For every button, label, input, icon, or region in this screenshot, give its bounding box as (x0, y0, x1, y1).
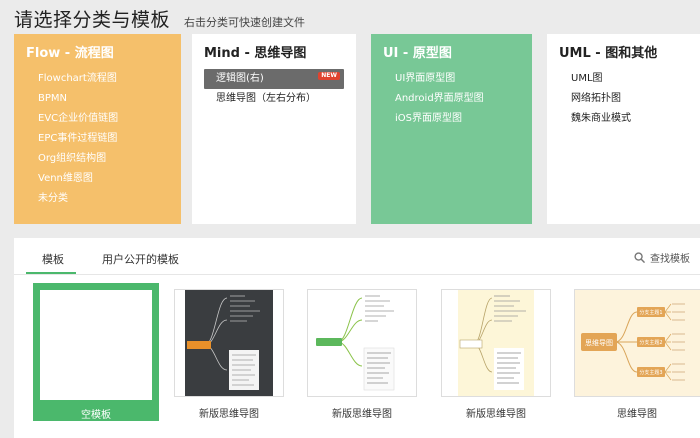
mindmap-center-text: 思维导图 (585, 338, 613, 347)
category-ui[interactable]: UI - 原型图 UI界面原型图 Android界面原型图 iOS界面原型图 (371, 34, 532, 224)
template-thumbnail (441, 289, 551, 397)
page-title: 请选择分类与模板 (14, 9, 171, 31)
page-header: 请选择分类与模板 右击分类可快速创建文件 (14, 5, 305, 31)
template-thumbnail (307, 289, 417, 397)
template-card[interactable]: 思维导图 分支主题1 分支主题2 分支主题3 思维导图 (574, 283, 700, 420)
new-badge: NEW (318, 72, 340, 80)
template-thumbnail (174, 289, 284, 397)
tab-public-templates[interactable]: 用户公开的模板 (102, 251, 179, 267)
search-label: 查找模板 (650, 254, 690, 265)
mindmap-preview-green (316, 295, 395, 391)
category-item[interactable]: 未分类 (26, 189, 169, 209)
category-title: Flow - 流程图 (26, 46, 114, 61)
category-item[interactable]: Flowchart流程图 (26, 69, 169, 89)
category-title: UI - 原型图 (383, 46, 452, 61)
template-card-blank[interactable]: 空模板 (33, 283, 159, 421)
category-item[interactable]: 网络拓扑图 (559, 89, 688, 109)
category-item[interactable]: BPMN (26, 89, 169, 109)
category-item[interactable]: UI界面原型图 (383, 69, 520, 89)
category-item[interactable]: EPC事件过程链图 (26, 129, 169, 149)
mindmap-branch-text: 分支主题2 (639, 339, 662, 346)
category-item[interactable]: Venn维恩图 (26, 169, 169, 189)
search-templates-button[interactable]: 查找模板 (634, 250, 690, 265)
category-item[interactable]: EVC企业价值链图 (26, 109, 169, 129)
template-label: 空模板 (81, 410, 111, 421)
search-icon (634, 252, 645, 263)
templates-panel: 模板 用户公开的模板 查找模板 空模板 新版思维导图 新版思维导图 新版思维导图… (14, 238, 700, 438)
template-tabs: 模板 用户公开的模板 查找模板 (14, 238, 700, 275)
category-item[interactable]: 思维导图（左右分布） (204, 89, 344, 109)
category-title: UML - 图和其他 (559, 46, 658, 61)
category-item-logic-right[interactable]: 逻辑图(右) NEW (204, 69, 344, 89)
category-item[interactable]: iOS界面原型图 (383, 109, 520, 129)
page-subtitle: 右击分类可快速创建文件 (184, 16, 306, 29)
category-item[interactable]: Android界面原型图 (383, 89, 520, 109)
category-uml[interactable]: UML - 图和其他 UML图 网络拓扑图 魏朱商业模式 (547, 34, 700, 224)
category-item[interactable]: UML图 (559, 69, 688, 89)
template-thumbnail: 思维导图 分支主题1 分支主题2 分支主题3 (574, 289, 700, 397)
category-item[interactable]: Org组织结构图 (26, 149, 169, 169)
template-label: 新版思维导图 (466, 409, 526, 420)
category-flow[interactable]: Flow - 流程图 Flowchart流程图 BPMN EVC企业价值链图 E… (14, 34, 181, 224)
category-mind[interactable]: Mind - 思维导图 逻辑图(右) NEW 思维导图（左右分布） (192, 34, 356, 224)
mindmap-preview-orange: 思维导图 分支主题1 分支主题2 分支主题3 (581, 303, 685, 381)
tab-templates[interactable]: 模板 (42, 251, 64, 267)
template-label: 思维导图 (617, 409, 657, 420)
template-card[interactable]: 新版思维导图 (174, 283, 284, 420)
template-thumbnail (40, 290, 152, 400)
template-label: 新版思维导图 (332, 409, 392, 420)
active-tab-indicator (26, 272, 76, 274)
template-label: 新版思维导图 (199, 409, 259, 420)
mindmap-preview-cream (458, 290, 534, 396)
category-title: Mind - 思维导图 (204, 46, 307, 61)
category-item-label: 逻辑图(右) (216, 73, 264, 84)
mindmap-preview-dark (185, 290, 273, 396)
template-card[interactable]: 新版思维导图 (307, 283, 417, 420)
template-card[interactable]: 新版思维导图 (441, 283, 551, 420)
mindmap-branch-text: 分支主题3 (639, 369, 662, 376)
category-item[interactable]: 魏朱商业模式 (559, 109, 688, 129)
mindmap-branch-text: 分支主题1 (639, 309, 662, 316)
